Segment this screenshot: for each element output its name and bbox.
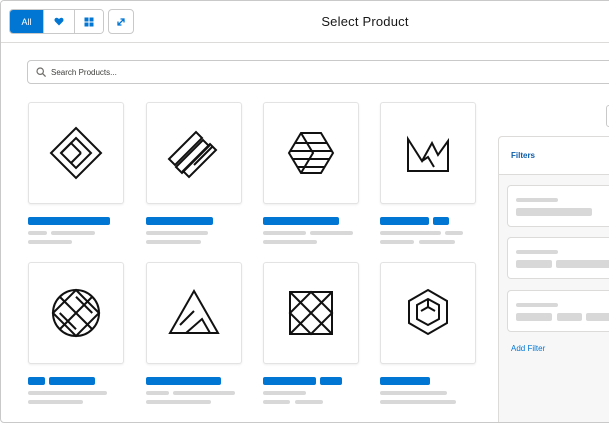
text-placeholder: [380, 231, 441, 235]
product-picker-window: All Select Product Search Products... Fi…: [0, 0, 609, 423]
filter-item[interactable]: [507, 290, 609, 332]
favorites-button[interactable]: [44, 10, 75, 33]
text-placeholder: [146, 400, 211, 404]
text-placeholder: [263, 240, 317, 244]
filters-panel: Filters Add Filter: [498, 136, 609, 422]
hexagon-stripes-logo-icon: [287, 132, 335, 174]
view-filter-button-group: All: [9, 9, 104, 34]
product-name-placeholder: [380, 217, 429, 225]
product-card[interactable]: [146, 102, 242, 204]
text-placeholder: [28, 231, 47, 235]
product-name-placeholder: [28, 217, 110, 225]
search-input[interactable]: [51, 67, 451, 77]
heart-icon: [54, 17, 64, 26]
product-card[interactable]: [146, 262, 242, 364]
product-card[interactable]: [380, 262, 476, 364]
product-card[interactable]: [28, 102, 124, 204]
text-placeholder: [586, 313, 609, 321]
product-name-placeholder: [49, 377, 95, 385]
text-placeholder: [516, 198, 558, 202]
text-placeholder: [516, 313, 552, 321]
text-placeholder: [556, 260, 609, 268]
product-card[interactable]: [380, 102, 476, 204]
expand-button[interactable]: [108, 9, 134, 34]
text-placeholder: [28, 400, 83, 404]
text-placeholder: [146, 240, 201, 244]
product-name-placeholder: [320, 377, 342, 385]
text-placeholder: [380, 400, 456, 404]
text-placeholder: [516, 208, 592, 216]
page-title: Select Product: [321, 14, 409, 29]
filters-title: Filters: [499, 137, 609, 175]
text-placeholder: [445, 231, 463, 235]
text-placeholder: [516, 250, 558, 254]
text-placeholder: [146, 231, 208, 235]
text-placeholder: [557, 313, 582, 321]
diamond-tile-logo-icon: [49, 126, 103, 180]
product-card[interactable]: [263, 102, 359, 204]
text-placeholder: [380, 391, 447, 395]
text-placeholder: [380, 240, 414, 244]
filter-item[interactable]: [507, 237, 609, 279]
product-name-placeholder: [433, 217, 449, 225]
product-name-placeholder: [28, 377, 45, 385]
expand-icon: [117, 17, 125, 26]
add-filter-link[interactable]: Add Filter: [511, 344, 545, 353]
text-placeholder: [263, 400, 290, 404]
product-search-box[interactable]: [27, 60, 609, 84]
text-placeholder: [28, 391, 107, 395]
diagonal-stripes-logo-icon: [167, 130, 218, 179]
product-name-placeholder: [380, 377, 430, 385]
grid-view-button[interactable]: [75, 10, 103, 33]
text-placeholder: [51, 231, 95, 235]
nested-hexagon-logo-icon: [408, 288, 448, 336]
text-placeholder: [516, 260, 552, 268]
filter-item[interactable]: [507, 185, 609, 227]
square-lattice-logo-icon: [288, 290, 334, 336]
text-placeholder: [28, 240, 72, 244]
text-placeholder: [295, 400, 323, 404]
product-name-placeholder: [146, 217, 213, 225]
text-placeholder: [146, 391, 169, 395]
header-bar: All Select Product: [1, 1, 609, 43]
triangle-peaks-logo-icon: [168, 288, 220, 334]
text-placeholder: [263, 231, 306, 235]
grid-icon: [84, 17, 94, 26]
circle-lattice-logo-icon: [51, 288, 101, 338]
text-placeholder: [173, 391, 235, 395]
filter-all-button[interactable]: All: [10, 10, 44, 33]
product-name-placeholder: [263, 377, 316, 385]
text-placeholder: [419, 240, 455, 244]
product-card[interactable]: [28, 262, 124, 364]
search-icon: [36, 67, 46, 77]
product-card[interactable]: [263, 262, 359, 364]
product-name-placeholder: [146, 377, 221, 385]
text-placeholder: [310, 231, 353, 235]
product-name-placeholder: [263, 217, 339, 225]
text-placeholder: [263, 391, 306, 395]
crown-logo-icon: [407, 135, 449, 172]
text-placeholder: [516, 303, 558, 307]
